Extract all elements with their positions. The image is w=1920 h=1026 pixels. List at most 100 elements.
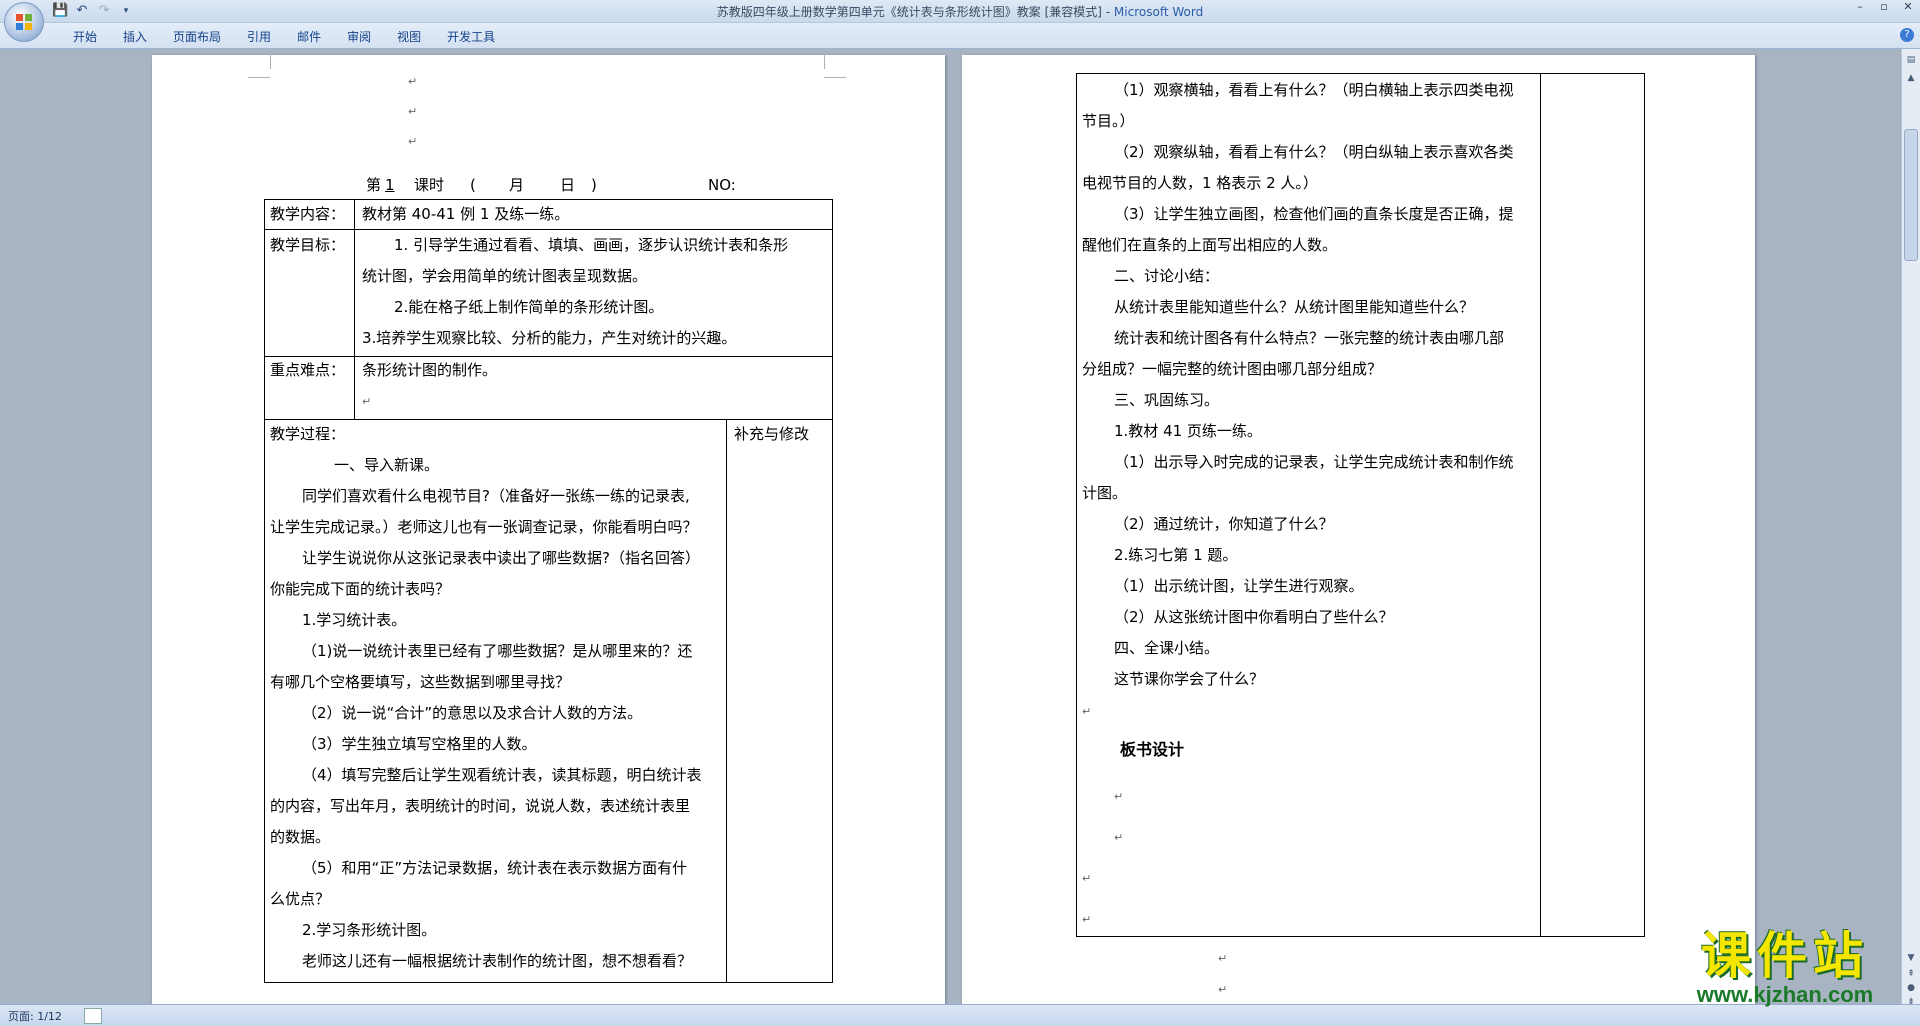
minimize-button[interactable]: – [1848,0,1872,16]
office-button[interactable] [4,2,44,42]
process-line: （2）从这张统计图中你看明白了些什么？ [1114,608,1394,626]
tab-home[interactable]: 开始 [60,28,110,45]
margin-corner [824,55,846,78]
scroll-down-arrow-icon[interactable]: ▼ [1904,951,1918,965]
process-line: （2）通过统计，你知道了什么？ [1114,515,1334,533]
content-label: 教学内容： [270,205,346,223]
process-line: （3）让学生独立画图，检查他们画的直条长度是否正确，提 [1114,205,1514,223]
process-line: （1）出示导入时完成的记录表，让学生完成统计表和制作统 [1114,453,1514,471]
lesson-header-month: 月 [509,176,525,194]
paragraph-mark: ↵ [1114,831,1124,844]
process-line: 老师这儿还有一幅根据统计表制作的统计图，想不想看看？ [302,952,693,970]
page-counter[interactable]: 页面: 1/12 [8,1008,62,1024]
lesson-header-di: 第 [366,176,382,194]
process-line: （1）出示统计图，让学生进行观察。 [1114,577,1364,595]
process-line: 有哪几个空格要填写，这些数据到哪里寻找？ [270,673,571,691]
board-design-title: 板书设计 [1120,740,1185,759]
paragraph-mark: ↵ [408,105,418,118]
process-line: 从统计表里能知道些什么？从统计图里能知道些什么？ [1114,298,1475,316]
process-line: 四、全课小结。 [1114,639,1220,657]
lesson-header-day: 日 [560,176,576,194]
table-divider [726,419,727,982]
paragraph-mark: ↵ [1218,983,1228,996]
goal-label: 教学目标： [270,236,346,254]
document-workspace[interactable]: ↵ ↵ ↵ 第 1 课时 ( 月 日 ) NO: 教学内容： 教材第 40-41… [0,49,1902,1004]
paragraph-mark: ↵ [362,395,372,408]
tab-references[interactable]: 引用 [234,28,284,45]
margin-corner [824,55,825,69]
tab-developer[interactable]: 开发工具 [434,28,508,45]
window-controls: – ▫ ✕ [1848,0,1920,16]
page-right[interactable]: （1）观察横轴，看看上有什么？（明白横轴上表示四类电视 节目。） （2）观察纵轴… [962,55,1755,1004]
process-line: 让学生完成记录。）老师这儿也有一张调查记录，你能看明白吗？ [270,518,698,536]
select-browse-object-icon[interactable]: ● [1904,981,1918,995]
table-divider [354,199,355,420]
tab-review[interactable]: 审阅 [334,28,384,45]
key-label: 重点难点： [270,361,346,379]
window-title: 苏教版四年级上册数学第四单元《统计表与条形统计图》教案 [兼容模式] - Mic… [0,3,1920,20]
ruler-toggle-icon[interactable]: ▤ [1904,53,1918,67]
ribbon: 开始 插入 页面布局 引用 邮件 审阅 视图 开发工具 ? [0,23,1920,49]
vertical-scrollbar[interactable]: ▤ ▲ ▼ ⇞ ● ⇟ [1901,49,1920,1007]
lesson-number: 1 [385,176,395,194]
title-bar: 💾 ↶ ↷ ▾ 苏教版四年级上册数学第四单元《统计表与条形统计图》教案 [兼容模… [0,0,1920,23]
goal-line: 统计图，学会用简单的统计图表呈现数据。 [362,267,648,285]
lesson-header-paren-open: ( [470,176,476,194]
process-line: （4）填写完整后让学生观看统计表，读其标题，明白统计表 [302,766,702,784]
process-line: 2.学习条形统计图。 [302,921,437,939]
paragraph-mark: ↵ [1218,952,1228,965]
process-line: 分组成？一幅完整的统计图由哪几部分组成？ [1082,360,1383,378]
process-label: 教学过程： [270,425,346,443]
paragraph-mark: ↵ [1114,790,1124,803]
process-line: （5）和用“正”方法记录数据，统计表在表示数据方面有什 [302,859,688,877]
process-line: 这节课你学会了什么？ [1114,670,1265,688]
ribbon-tabs: 开始 插入 页面布局 引用 邮件 审阅 视图 开发工具 [60,28,508,45]
goal-line: 1. 引导学生通过看看、填填、画画，逐步认识统计表和条形 [394,236,789,254]
scroll-up-arrow-icon[interactable]: ▲ [1904,71,1918,85]
process-line: 你能完成下面的统计表吗？ [270,580,451,598]
process-line: 1.学习统计表。 [302,611,407,629]
goal-line: 2.能在格子纸上制作简单的条形统计图。 [394,298,664,316]
process-line: （2）说一说“合计”的意思以及求合计人数的方法。 [302,704,643,722]
process-line: 节目。） [1082,112,1135,130]
lesson-plan-table-continued [1076,73,1645,937]
lesson-header-paren-close: ) [591,176,597,194]
process-line: （1)说一说统计表里已经有了哪些数据？是从哪里来的？还 [302,642,693,660]
window-title-doc: 苏教版四年级上册数学第四单元《统计表与条形统计图》教案 [兼容模式] - [716,5,1114,19]
process-line: 么优点？ [270,890,331,908]
proofing-icon[interactable] [84,1008,102,1024]
previous-page-icon[interactable]: ⇞ [1904,967,1918,981]
paragraph-mark: ↵ [1082,705,1092,718]
process-line: （1）观察横轴，看看上有什么？（明白横轴上表示四类电视 [1114,81,1514,99]
page-left[interactable]: ↵ ↵ ↵ 第 1 课时 ( 月 日 ) NO: 教学内容： 教材第 40-41… [152,55,945,1004]
tab-page-layout[interactable]: 页面布局 [160,28,234,45]
tab-mailings[interactable]: 邮件 [284,28,334,45]
content-value: 教材第 40-41 例 1 及练一练。 [362,205,570,223]
process-line: 统计表和统计图各有什么特点？一张完整的统计表由哪几部 [1114,329,1505,347]
help-icon[interactable]: ? [1900,28,1914,42]
process-line: 让学生说说你从这张记录表中读出了哪些数据?（指名回答） [302,549,700,567]
office-logo-icon [16,14,32,30]
process-line: 的数据。 [270,828,331,846]
tab-view[interactable]: 视图 [384,28,434,45]
maximize-button[interactable]: ▫ [1872,0,1896,16]
window-title-app: Microsoft Word [1113,5,1204,19]
table-divider [264,229,832,230]
process-line: 的内容，写出年月，表明统计的时间，说说人数，表述统计表里 [270,797,691,815]
paragraph-mark: ↵ [1082,872,1092,885]
tab-insert[interactable]: 插入 [110,28,160,45]
scrollbar-thumb[interactable] [1904,129,1918,261]
process-line: 2.练习七第 1 题。 [1114,546,1238,564]
lesson-header-no: NO: [708,176,736,194]
process-line: 同学们喜欢看什么电视节目?（准备好一张练一练的记录表, [302,487,690,505]
close-button[interactable]: ✕ [1896,0,1920,16]
table-divider [264,419,832,420]
process-line: （3）学生独立填写空格里的人数。 [302,735,537,753]
text-cursor-mark: ↵ [408,75,418,88]
margin-corner [270,55,271,69]
margin-corner [248,55,270,78]
goal-line: 3.培养学生观察比较、分析的能力，产生对统计的兴趣。 [362,329,737,347]
process-line: 一、导入新课。 [334,456,440,474]
status-bar: 页面: 1/12 [0,1004,1920,1026]
process-line: 电视节目的人数，1 格表示 2 人。） [1082,174,1318,192]
